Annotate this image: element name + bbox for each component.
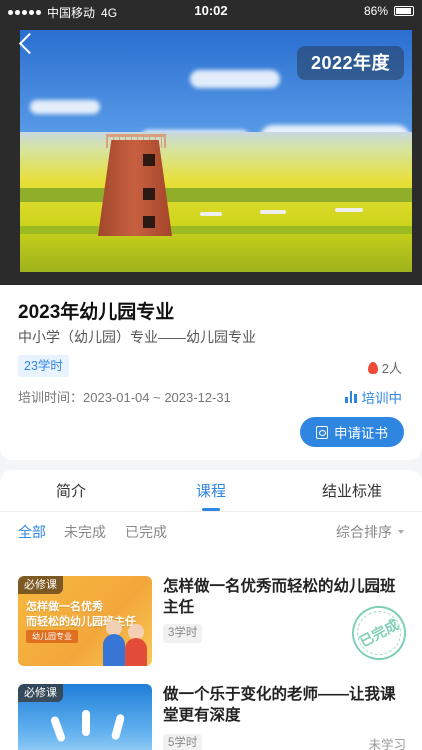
course-hours: 5学时 bbox=[163, 734, 203, 750]
tab-intro[interactable]: 简介 bbox=[56, 480, 86, 501]
training-status: 培训中 bbox=[345, 387, 402, 407]
course-panel: 简介 课程 结业标准 全部 未完成 已完成 综合排序 必修课 怎样做一名优秀 而… bbox=[0, 470, 422, 750]
list-item[interactable]: 必修课 怎样做一名优秀 而轻松的幼儿园班主任 幼儿园专业 怎样做一名优秀而轻松的… bbox=[18, 576, 416, 670]
filter-incomplete[interactable]: 未完成 bbox=[64, 522, 106, 542]
course-info-card: 2023年幼儿园专业 中小学（幼儿园）专业——幼儿园专业 23学时 2人 培训时… bbox=[0, 285, 422, 460]
year-badge: 2022年度 bbox=[296, 46, 404, 80]
training-time-range: 2023-01-04 ~ 2023-12-31 bbox=[83, 390, 231, 405]
back-icon[interactable] bbox=[16, 32, 38, 58]
bar-chart-icon bbox=[345, 391, 357, 403]
training-time: 培训时间：2023-01-04 ~ 2023-12-31 bbox=[18, 387, 231, 406]
hero-banner: 中国移动 4G 10:02 86% 2022年度 bbox=[0, 0, 422, 285]
course-status: 未学习 bbox=[368, 738, 406, 750]
training-status-label: 培训中 bbox=[361, 391, 403, 406]
clock: 10:02 bbox=[194, 3, 228, 18]
training-time-label: 培训时间： bbox=[18, 390, 84, 405]
hours-badge: 23学时 bbox=[18, 355, 69, 377]
course-detail-screen: 中国移动 4G 10:02 86% 2022年度 2023年幼儿园专业 中小学（… bbox=[0, 0, 422, 750]
course-thumbnail: 必修课 怎样做一名优秀 而轻松的幼儿园班主任 幼儿园专业 bbox=[18, 576, 152, 666]
battery-icon bbox=[394, 6, 414, 16]
people-count-label: 2人 bbox=[381, 361, 402, 376]
course-thumbnail: 必修课 bbox=[18, 684, 152, 750]
battery-percent: 86% bbox=[363, 4, 388, 18]
list-item[interactable]: 必修课 做一个乐于变化的老师——让我课堂更有深度 5学时 未学习 bbox=[18, 684, 410, 750]
filter-completed[interactable]: 已完成 bbox=[125, 522, 167, 542]
tab-bar: 简介 课程 结业标准 bbox=[0, 470, 422, 512]
required-tag: 必修课 bbox=[18, 576, 63, 594]
filter-bar: 全部 未完成 已完成 综合排序 bbox=[0, 522, 422, 546]
thumbnail-chip: 幼儿园专业 bbox=[26, 630, 78, 643]
apply-certificate-label: 申请证书 bbox=[334, 426, 388, 441]
course-title: 做一个乐于变化的老师——让我课堂更有深度 bbox=[163, 686, 396, 724]
active-tab-indicator bbox=[202, 508, 220, 511]
status-bar: 中国移动 4G 10:02 86% bbox=[0, 0, 422, 22]
caret-down-icon bbox=[398, 530, 404, 534]
fire-icon bbox=[367, 361, 378, 374]
tab-completion-criteria[interactable]: 结业标准 bbox=[322, 480, 382, 501]
people-count: 2人 bbox=[367, 358, 402, 377]
sort-dropdown[interactable]: 综合排序 bbox=[336, 522, 404, 542]
tab-courses[interactable]: 课程 bbox=[196, 480, 226, 501]
page-title: 2023年幼儿园专业 bbox=[18, 302, 175, 323]
apply-certificate-button[interactable]: 申请证书 bbox=[300, 417, 404, 447]
thumbnail-caption-line1: 怎样做一名优秀 bbox=[26, 601, 103, 613]
certificate-icon bbox=[316, 425, 328, 439]
course-hours: 3学时 bbox=[163, 624, 203, 643]
filter-all[interactable]: 全部 bbox=[18, 522, 46, 542]
course-subtitle: 中小学（幼儿园）专业——幼儿园专业 bbox=[18, 329, 256, 345]
sort-label: 综合排序 bbox=[336, 524, 392, 540]
required-tag: 必修课 bbox=[18, 684, 63, 702]
